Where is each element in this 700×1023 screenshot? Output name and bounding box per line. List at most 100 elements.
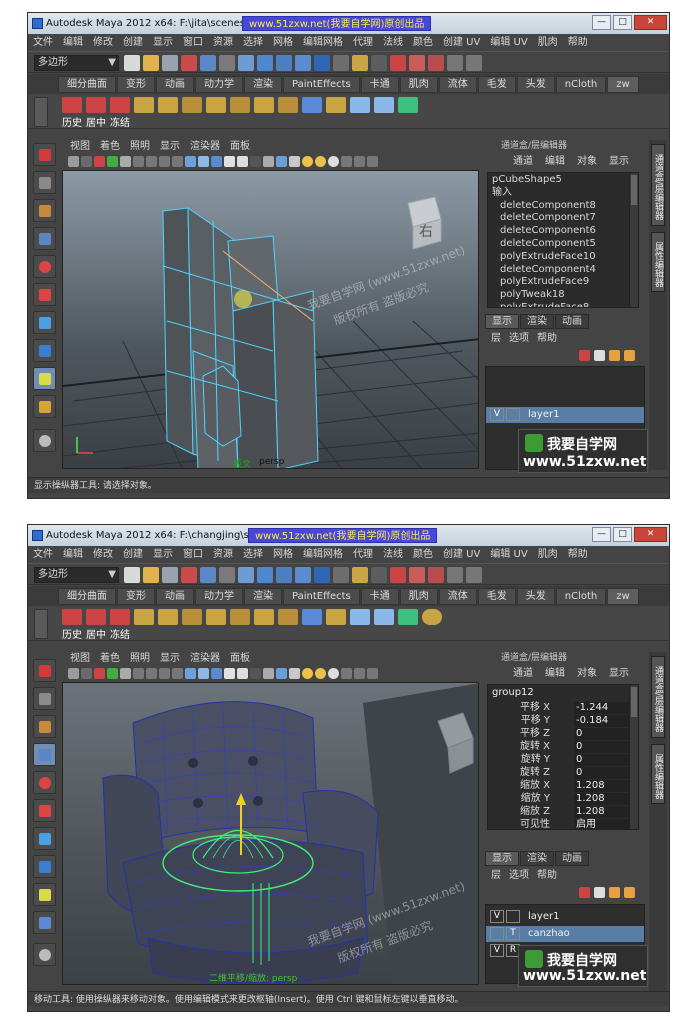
make-live-icon[interactable] bbox=[314, 567, 330, 583]
vp-menu-renderer[interactable]: 渲染器 bbox=[190, 652, 220, 666]
wireframe-icon[interactable] bbox=[185, 156, 196, 167]
panel-layout-icon[interactable] bbox=[367, 668, 378, 679]
shadows-icon[interactable] bbox=[250, 156, 261, 167]
camera-attr-icon[interactable] bbox=[81, 156, 92, 167]
split-poly-icon[interactable] bbox=[206, 97, 226, 113]
tab-animation[interactable]: 动画 bbox=[156, 588, 194, 605]
layer-tab-render[interactable]: 渲染 bbox=[520, 314, 554, 329]
attribute-row[interactable]: 平移 Y -0.184 bbox=[488, 715, 638, 728]
attribute-row[interactable]: 缩放 Y 1.208 bbox=[488, 793, 638, 806]
render-settings-icon[interactable] bbox=[428, 567, 444, 583]
plane-icon[interactable] bbox=[374, 97, 394, 113]
history-item[interactable]: polyExtrudeFace10 bbox=[492, 251, 634, 264]
toolbox-extra[interactable] bbox=[33, 429, 56, 452]
menu-edit[interactable]: 编辑 bbox=[63, 547, 83, 563]
tab-rendering[interactable]: 渲染 bbox=[244, 588, 282, 605]
tab-painteffects[interactable]: PaintEffects bbox=[283, 76, 360, 93]
channel-menu-channels[interactable]: 通道 bbox=[513, 155, 533, 169]
menu-window[interactable]: 窗口 bbox=[183, 35, 203, 51]
sphere-icon[interactable] bbox=[422, 609, 442, 625]
extrude-icon[interactable] bbox=[134, 609, 154, 625]
menu-proxy[interactable]: 代理 bbox=[353, 35, 373, 51]
vp-menu-lighting[interactable]: 照明 bbox=[130, 140, 150, 154]
minimize-button[interactable]: — bbox=[592, 15, 611, 30]
history-item[interactable]: deleteComponent4 bbox=[492, 264, 634, 277]
menu-window[interactable]: 窗口 bbox=[183, 547, 203, 563]
ipr-render-icon[interactable] bbox=[409, 55, 425, 71]
select-tool[interactable] bbox=[33, 659, 56, 682]
layer-menu-options[interactable]: 选项 bbox=[509, 332, 529, 346]
shadows-icon[interactable] bbox=[250, 668, 261, 679]
menu-color[interactable]: 颜色 bbox=[413, 547, 433, 563]
move-down-icon[interactable] bbox=[624, 350, 635, 361]
extrude-icon[interactable] bbox=[134, 97, 154, 113]
vp-menu-show[interactable]: 显示 bbox=[160, 652, 180, 666]
bookmark-icon[interactable] bbox=[94, 668, 105, 679]
tab-fluids[interactable]: 流体 bbox=[438, 76, 477, 93]
render-icon[interactable] bbox=[390, 567, 406, 583]
layer-type-toggle[interactable] bbox=[506, 910, 520, 923]
attribute-row[interactable]: 旋转 Y0 bbox=[488, 754, 638, 767]
snap-grid-icon[interactable] bbox=[238, 55, 254, 71]
append-poly-icon[interactable] bbox=[182, 609, 202, 625]
side-tab-attribute-editor[interactable]: 属性编辑器 bbox=[651, 744, 665, 804]
select-object-icon[interactable] bbox=[200, 55, 216, 71]
flat-light-icon[interactable] bbox=[328, 668, 339, 679]
append-poly-icon[interactable] bbox=[182, 97, 202, 113]
menu-edit[interactable]: 编辑 bbox=[63, 35, 83, 51]
tab-dynamics[interactable]: 动力学 bbox=[195, 76, 243, 93]
gate-mask-icon[interactable] bbox=[159, 668, 170, 679]
vp-menu-view[interactable]: 视图 bbox=[70, 652, 90, 666]
tab-hair[interactable]: 头发 bbox=[516, 76, 555, 93]
vp-menu-shading[interactable]: 着色 bbox=[100, 652, 120, 666]
menu-assets[interactable]: 资源 bbox=[213, 547, 233, 563]
save-scene-icon[interactable] bbox=[162, 567, 178, 583]
menu-modify[interactable]: 修改 bbox=[93, 35, 113, 51]
grid-icon[interactable] bbox=[120, 156, 131, 167]
cube-icon[interactable] bbox=[302, 609, 322, 625]
channel-menu-show[interactable]: 显示 bbox=[609, 667, 629, 681]
tab-muscle[interactable]: 肌肉 bbox=[399, 76, 438, 93]
layer-visibility-toggle[interactable]: V bbox=[490, 408, 504, 421]
menu-display[interactable]: 显示 bbox=[153, 547, 173, 563]
tab-ncloth[interactable]: nCloth bbox=[555, 588, 607, 605]
menu-create-uv[interactable]: 创建 UV bbox=[443, 35, 480, 51]
layer-type-toggle[interactable] bbox=[506, 408, 520, 421]
perspective-viewport[interactable]: 我要自学网 (www.51zxw.net) 版权所有 盗版必究 二维平移/缩放:… bbox=[62, 682, 479, 985]
move-tool[interactable] bbox=[33, 743, 56, 766]
layer-menu-options[interactable]: 选项 bbox=[509, 869, 529, 883]
snap-plane-icon[interactable] bbox=[295, 55, 311, 71]
save-scene-icon[interactable] bbox=[162, 55, 178, 71]
vp-menu-renderer[interactable]: 渲染器 bbox=[190, 140, 220, 154]
default-light-icon[interactable] bbox=[302, 156, 313, 167]
tab-muscle[interactable]: 肌肉 bbox=[399, 588, 438, 605]
smooth-icon[interactable] bbox=[326, 97, 346, 113]
tab-zw[interactable]: zw bbox=[607, 76, 639, 93]
snap-point-icon[interactable] bbox=[276, 567, 292, 583]
new-layer-selected-icon[interactable] bbox=[594, 350, 605, 361]
menu-set-dropdown[interactable]: 多边形 ▼ bbox=[34, 567, 119, 583]
side-tab-attribute-editor[interactable]: 属性编辑器 bbox=[651, 232, 665, 292]
history-item[interactable]: deleteComponent7 bbox=[492, 212, 634, 225]
layer-visibility-toggle[interactable]: V bbox=[490, 910, 504, 923]
shelf-menu-handle[interactable] bbox=[34, 97, 48, 127]
tab-toon[interactable]: 卡通 bbox=[360, 588, 399, 605]
snap-grid-icon[interactable] bbox=[238, 567, 254, 583]
layer-name[interactable]: layer1 bbox=[528, 909, 559, 925]
layer-menu-layers[interactable]: 层 bbox=[491, 869, 501, 883]
attribute-row[interactable]: 缩放 X 1.208 bbox=[488, 780, 638, 793]
select-hierarchy-icon[interactable] bbox=[181, 567, 197, 583]
center-pivot-icon[interactable] bbox=[86, 97, 106, 113]
menu-mesh[interactable]: 网格 bbox=[273, 35, 293, 51]
layer-visibility-toggle[interactable]: V bbox=[490, 944, 504, 957]
grid-icon[interactable] bbox=[120, 668, 131, 679]
snap-curve-icon[interactable] bbox=[257, 55, 273, 71]
close-button[interactable]: ✕ bbox=[634, 15, 667, 30]
paint-select-tool[interactable] bbox=[33, 199, 56, 222]
manipulator-tool[interactable] bbox=[33, 311, 56, 334]
scale-tool[interactable] bbox=[33, 799, 56, 822]
ipr-render-icon[interactable] bbox=[409, 567, 425, 583]
xray-icon[interactable] bbox=[263, 156, 274, 167]
bevel-icon[interactable] bbox=[278, 609, 298, 625]
rotate-tool[interactable] bbox=[33, 255, 56, 278]
